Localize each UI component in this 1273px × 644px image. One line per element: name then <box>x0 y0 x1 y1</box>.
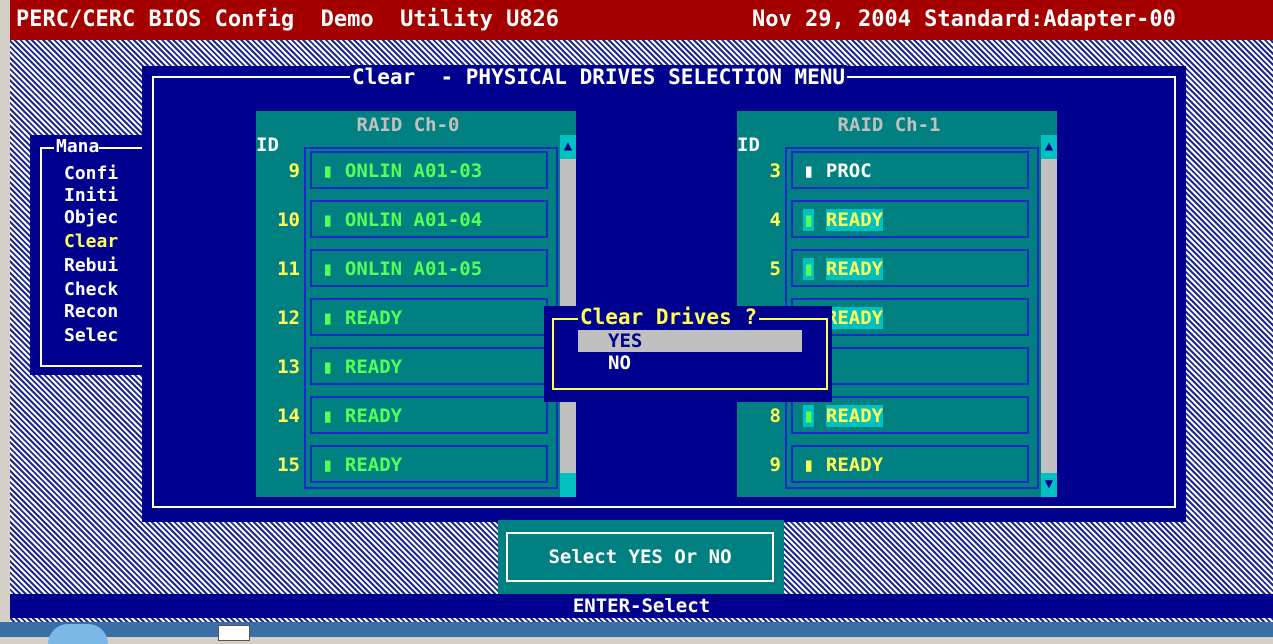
drive-id: 9 <box>288 160 300 182</box>
drive-id: 5 <box>769 258 781 280</box>
scroll-up-icon[interactable]: ▲ <box>1041 135 1057 159</box>
start-orb-icon[interactable] <box>48 624 108 644</box>
drive-status: ▮ READY <box>322 405 403 427</box>
hint-text: Select YES Or NO <box>506 532 774 582</box>
document-icon[interactable] <box>218 625 250 641</box>
drive-row[interactable]: 12 ▮ READY <box>256 296 558 340</box>
drive-row[interactable]: 10 ▮ ONLIN A01-04 <box>256 198 558 242</box>
status-bar: ENTER-Select <box>10 594 1273 618</box>
drive-id: 11 <box>277 258 300 280</box>
drive-id: 3 <box>769 160 781 182</box>
scroll-up-icon[interactable]: ▲ <box>560 135 576 159</box>
drive-id: 9 <box>769 454 781 476</box>
taskbar-strip <box>0 622 1273 644</box>
channel-0-list: RAID Ch-0 ID 9 ▮ ONLIN A01-03 10 ▮ ONLIN A01-… <box>256 111 576 497</box>
drive-id: 14 <box>277 405 300 427</box>
management-menu-title: Mana <box>54 136 100 158</box>
channel-title: RAID Ch-0 <box>356 114 460 136</box>
management-menu: Mana Confi Initi Objec Clear Rebui Check Recon… <box>30 135 194 375</box>
title-bar: PERC/CERC BIOS Config Demo Utility U826 … <box>10 0 1273 40</box>
drive-status: ▮ ONLIN A01-04 <box>322 209 483 231</box>
drive-row[interactable]: 9 ▮ ONLIN A01-03 <box>256 149 558 193</box>
channel-title: RAID Ch-1 <box>837 114 941 136</box>
drive-row[interactable]: 9 ▮ READY <box>737 443 1039 487</box>
scrollbar[interactable]: ▲ ▼ <box>1041 135 1057 497</box>
drive-status: ▮ ONLIN A01-05 <box>322 258 483 280</box>
drive-status: ▮ READY <box>322 307 403 329</box>
hint-box: Select YES Or NO <box>498 520 784 594</box>
drive-status: ▮ READY <box>803 454 884 476</box>
drive-row[interactable]: 5 ▮ READY <box>737 247 1039 291</box>
drive-status: ▮ READY <box>322 454 403 476</box>
channel-1-list: RAID Ch-1ID3▮ PROC4▮ READY5▮ READY▮ READ… <box>737 111 1057 497</box>
drive-status: ▮ READY <box>803 209 884 231</box>
drive-row[interactable]: 11 ▮ ONLIN A01-05 <box>256 247 558 291</box>
date-adapter-info: Nov 29, 2004 Standard:Adapter-00 <box>752 7 1176 32</box>
scroll-down-icon[interactable] <box>560 473 576 497</box>
drive-id: 4 <box>769 209 781 231</box>
drive-row[interactable]: 14 ▮ READY <box>256 394 558 438</box>
drive-status: ▮ PROC <box>803 160 872 182</box>
drive-row[interactable]: 4 ▮ READY <box>737 198 1039 242</box>
dialog-title: Clear Drives ? <box>578 305 760 329</box>
panel-title: Clear - PHYSICAL DRIVES SELECTION MENU <box>350 65 848 89</box>
drive-status: ▮ ONLIN A01-03 <box>322 160 483 182</box>
drive-row[interactable]: 15 ▮ READY <box>256 443 558 487</box>
scroll-down-icon[interactable]: ▼ <box>1041 473 1057 497</box>
drive-id: 15 <box>277 454 300 476</box>
drive-row[interactable]: 13 ▮ READY <box>256 345 558 389</box>
drive-id: 13 <box>277 356 300 378</box>
yes-option[interactable]: YES <box>578 330 802 352</box>
clear-drives-dialog: Clear Drives ? YES NO <box>544 306 832 402</box>
drive-id: 10 <box>277 209 300 231</box>
app-title: PERC/CERC BIOS Config Demo Utility U826 <box>16 7 560 32</box>
drive-id: 12 <box>277 307 300 329</box>
drive-status: ▮ READY <box>322 356 403 378</box>
drive-row[interactable]: 3 ▮ PROC <box>737 149 1039 193</box>
drive-status: ▮ READY <box>803 258 884 280</box>
no-option[interactable]: NO <box>578 352 802 374</box>
